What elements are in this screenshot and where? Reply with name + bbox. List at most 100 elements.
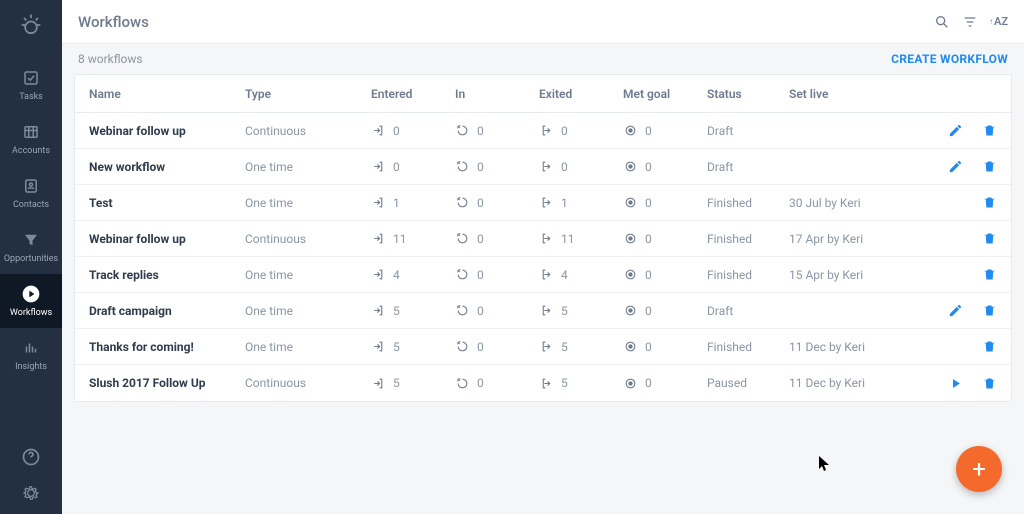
exit-icon bbox=[539, 124, 553, 138]
cycle-icon bbox=[455, 196, 469, 210]
sort-az-icon[interactable]: ↑AZ bbox=[989, 13, 1008, 31]
trash-icon[interactable] bbox=[981, 231, 997, 247]
row-in: 0 bbox=[477, 304, 484, 318]
exit-icon bbox=[539, 160, 553, 174]
sidebar-item-workflows[interactable]: Workflows bbox=[0, 274, 62, 328]
enter-icon bbox=[371, 160, 385, 174]
table-row[interactable]: Webinar follow upContinuous0000Draft bbox=[75, 113, 1011, 149]
row-met-goal: 0 bbox=[645, 196, 652, 210]
cycle-icon bbox=[455, 124, 469, 138]
filter-icon[interactable] bbox=[961, 13, 979, 31]
row-exited: 5 bbox=[561, 304, 568, 318]
col-set-live[interactable]: Set live bbox=[789, 87, 899, 101]
row-status: Draft bbox=[707, 124, 789, 138]
row-exited: 4 bbox=[561, 268, 568, 282]
row-met-goal: 0 bbox=[645, 340, 652, 354]
row-set-live: 17 Apr by Keri bbox=[789, 232, 899, 246]
sidebar-item-contacts[interactable]: Contacts bbox=[0, 166, 62, 220]
sidebar-item-opportunities[interactable]: Opportunities bbox=[0, 220, 62, 274]
row-name: Draft campaign bbox=[75, 304, 245, 318]
row-entered: 0 bbox=[393, 160, 400, 174]
col-status[interactable]: Status bbox=[707, 87, 789, 101]
col-name[interactable]: Name bbox=[75, 87, 245, 101]
create-workflow-button[interactable]: CREATE WORKFLOW bbox=[891, 52, 1008, 66]
table-row[interactable]: Webinar follow upContinuous110110Finishe… bbox=[75, 221, 1011, 257]
cycle-icon bbox=[455, 304, 469, 318]
row-type: Continuous bbox=[245, 376, 371, 390]
sidebar: Tasks Accounts Contacts Opportunities Wo… bbox=[0, 0, 62, 514]
play-icon[interactable] bbox=[947, 375, 963, 391]
col-exited[interactable]: Exited bbox=[539, 87, 623, 101]
table-row[interactable]: Thanks for coming!One time5050Finished11… bbox=[75, 329, 1011, 365]
page-header: Workflows ↑AZ bbox=[62, 0, 1024, 44]
trash-icon[interactable] bbox=[981, 195, 997, 211]
row-in: 0 bbox=[477, 268, 484, 282]
enter-icon bbox=[371, 232, 385, 246]
trash-icon[interactable] bbox=[981, 303, 997, 319]
col-in[interactable]: In bbox=[455, 87, 539, 101]
table-row[interactable]: Track repliesOne time4040Finished15 Apr … bbox=[75, 257, 1011, 293]
enter-icon bbox=[371, 124, 385, 138]
row-type: Continuous bbox=[245, 232, 371, 246]
row-name: Slush 2017 Follow Up bbox=[75, 376, 245, 390]
enter-icon bbox=[371, 304, 385, 318]
sidebar-item-accounts[interactable]: Accounts bbox=[0, 112, 62, 166]
sidebar-label: Contacts bbox=[13, 200, 49, 210]
sidebar-label: Accounts bbox=[12, 146, 50, 156]
edit-icon[interactable] bbox=[947, 303, 963, 319]
row-type: One time bbox=[245, 196, 371, 210]
row-status: Finished bbox=[707, 232, 789, 246]
table-header: Name Type Entered In Exited Met goal Sta… bbox=[75, 75, 1011, 113]
funnel-icon bbox=[21, 230, 41, 250]
table-row[interactable]: TestOne time1010Finished30 Jul by Keri bbox=[75, 185, 1011, 221]
app-logo[interactable] bbox=[16, 10, 46, 40]
help-icon[interactable] bbox=[20, 446, 42, 468]
trash-icon[interactable] bbox=[981, 159, 997, 175]
row-status: Draft bbox=[707, 304, 789, 318]
sidebar-item-tasks[interactable]: Tasks bbox=[0, 58, 62, 112]
row-name: Thanks for coming! bbox=[75, 340, 245, 354]
row-type: One time bbox=[245, 304, 371, 318]
exit-icon bbox=[539, 196, 553, 210]
edit-icon[interactable] bbox=[947, 123, 963, 139]
add-fab[interactable]: + bbox=[956, 446, 1002, 492]
trash-icon[interactable] bbox=[981, 267, 997, 283]
settings-icon[interactable] bbox=[20, 482, 42, 504]
edit-icon[interactable] bbox=[947, 159, 963, 175]
table-row[interactable]: New workflowOne time0000Draft bbox=[75, 149, 1011, 185]
contacts-icon bbox=[21, 176, 41, 196]
table-row[interactable]: Slush 2017 Follow UpContinuous5050Paused… bbox=[75, 365, 1011, 401]
col-type[interactable]: Type bbox=[245, 87, 371, 101]
row-met-goal: 0 bbox=[645, 124, 652, 138]
row-exited: 1 bbox=[561, 196, 568, 210]
target-icon bbox=[623, 376, 637, 390]
row-met-goal: 0 bbox=[645, 160, 652, 174]
row-in: 0 bbox=[477, 160, 484, 174]
row-exited: 5 bbox=[561, 376, 568, 390]
sidebar-item-insights[interactable]: Insights bbox=[0, 328, 62, 382]
row-in: 0 bbox=[477, 376, 484, 390]
exit-icon bbox=[539, 268, 553, 282]
cycle-icon bbox=[455, 376, 469, 390]
trash-icon[interactable] bbox=[981, 123, 997, 139]
search-icon[interactable] bbox=[933, 13, 951, 31]
row-name: Webinar follow up bbox=[75, 232, 245, 246]
row-met-goal: 0 bbox=[645, 304, 652, 318]
table-row[interactable]: Draft campaignOne time5050Draft bbox=[75, 293, 1011, 329]
workflows-table: Name Type Entered In Exited Met goal Sta… bbox=[74, 74, 1012, 402]
trash-icon[interactable] bbox=[981, 375, 997, 391]
sub-header: 8 workflows CREATE WORKFLOW bbox=[62, 44, 1024, 74]
trash-icon[interactable] bbox=[981, 339, 997, 355]
col-entered[interactable]: Entered bbox=[371, 87, 455, 101]
row-status: Finished bbox=[707, 340, 789, 354]
row-set-live: 11 Dec by Keri bbox=[789, 340, 899, 354]
target-icon bbox=[623, 268, 637, 282]
row-name: Webinar follow up bbox=[75, 124, 245, 138]
enter-icon bbox=[371, 376, 385, 390]
target-icon bbox=[623, 124, 637, 138]
sidebar-label: Opportunities bbox=[4, 254, 58, 264]
col-met-goal[interactable]: Met goal bbox=[623, 87, 707, 101]
row-name: New workflow bbox=[75, 160, 245, 174]
sidebar-label: Workflows bbox=[10, 308, 52, 318]
row-name: Track replies bbox=[75, 268, 245, 282]
